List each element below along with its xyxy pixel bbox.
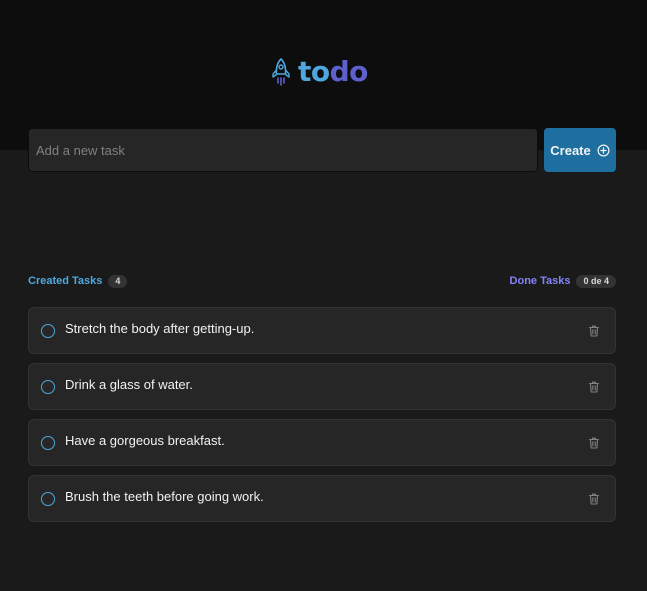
created-tasks-badge: 4 [108,274,128,288]
task-checkbox[interactable] [41,435,55,450]
created-tasks-label: Created Tasks [28,275,103,287]
task-item: Drink a glass of water. [28,363,616,410]
task-counters: Created Tasks 4 Done Tasks 0 de 4 [28,274,616,288]
task-checkbox[interactable] [41,491,55,506]
task-text: Stretch the body after getting-up. [65,321,255,336]
task-item: Brush the teeth before going work. [28,475,616,522]
done-tasks-badge: 0 de 4 [576,274,616,288]
task-checkbox[interactable] [41,379,55,394]
task-text: Have a gorgeous breakfast. [65,433,225,448]
trash-icon[interactable] [587,492,601,506]
created-tasks-counter: Created Tasks 4 [28,274,128,288]
trash-icon[interactable] [587,436,601,450]
logo-text-part2: do [329,55,369,88]
new-task-input[interactable] [28,128,538,172]
task-item: Have a gorgeous breakfast. [28,419,616,466]
task-text: Drink a glass of water. [65,377,193,392]
create-button-label: Create [550,142,591,158]
trash-icon[interactable] [587,324,601,338]
plus-circle-icon [597,144,610,157]
trash-icon[interactable] [587,380,601,394]
task-list: Stretch the body after getting-up. Drink… [28,307,616,531]
logo: todo [270,56,368,88]
task-item: Stretch the body after getting-up. [28,307,616,354]
create-button[interactable]: Create [544,128,616,172]
task-checkbox[interactable] [41,323,55,338]
done-tasks-label: Done Tasks [509,275,571,287]
logo-text: todo [298,58,368,86]
logo-text-part1: to [298,55,330,88]
rocket-icon [270,57,292,87]
new-task-form: Create [28,128,616,172]
done-tasks-counter: Done Tasks 0 de 4 [509,274,616,288]
task-text: Brush the teeth before going work. [65,489,264,504]
